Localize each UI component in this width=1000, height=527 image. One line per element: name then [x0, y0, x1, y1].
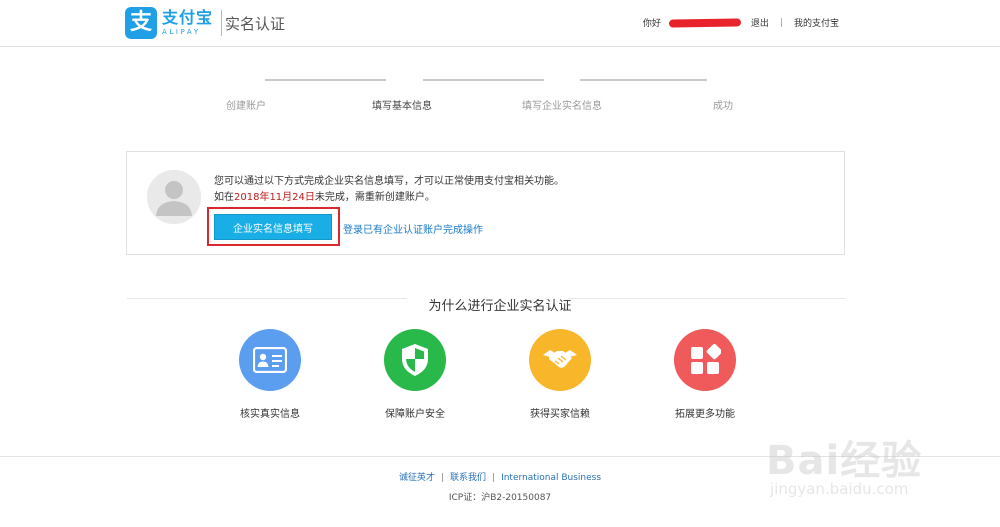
deadline-prefix: 如在: [214, 192, 234, 203]
feature-label: 获得买家信赖: [530, 409, 590, 420]
feature-more-functions: 拓展更多功能: [645, 329, 765, 420]
alipay-logo[interactable]: 支 支付宝 ALIPAY: [125, 7, 223, 39]
logo-english-name: ALIPAY: [162, 28, 201, 36]
feature-label: 核实真实信息: [240, 409, 300, 420]
logout-link[interactable]: 退出: [751, 16, 769, 29]
handshake-icon: [529, 329, 591, 391]
my-alipay-link[interactable]: 我的支付宝: [794, 16, 839, 29]
page: 支 支付宝 ALIPAY 实名认证 你好 退出 | 我的支付宝 创建账户 填写基…: [0, 0, 1000, 527]
page-title: 实名认证: [225, 15, 286, 33]
greeting-text: 你好: [642, 19, 661, 29]
instruction-text: 您可以通过以下方式完成企业实名信息填写，才可以正常使用支付宝相关功能。: [214, 176, 564, 187]
logo-text: 支付宝 ALIPAY: [162, 10, 213, 36]
step-bar-3: [580, 79, 707, 81]
watermark-url: jingyan.baidu.com: [770, 480, 909, 498]
logo-chinese-name: 支付宝: [162, 8, 214, 27]
careers-link[interactable]: 诚征英才: [399, 473, 435, 483]
step-basic-info: 填写基本信息: [372, 101, 432, 112]
international-business-link[interactable]: International Business: [501, 473, 601, 483]
footer-separator: |: [492, 473, 496, 483]
step-create-account: 创建账户: [226, 101, 266, 112]
step-enterprise-info: 填写企业实名信息: [522, 101, 602, 112]
feature-account-security: 保障账户安全: [355, 329, 475, 420]
user-nav: 你好 退出 | 我的支付宝: [642, 16, 839, 30]
alipay-logo-icon: 支: [125, 7, 157, 39]
feature-verify-info: 核实真实信息: [210, 329, 330, 420]
top-header: 支 支付宝 ALIPAY 实名认证 你好 退出 | 我的支付宝: [0, 0, 1000, 47]
watermark-text: Bai经验: [766, 438, 923, 484]
why-title-text: 为什么进行企业实名认证: [418, 299, 582, 314]
shield-icon: [384, 329, 446, 391]
nav-separator: |: [779, 17, 783, 28]
step-bar-1: [265, 79, 386, 81]
user-silhouette-icon: [147, 170, 201, 224]
deadline-text: 如在2018年11月24日未完成，需重新创建账户。: [214, 188, 435, 203]
login-existing-account-link[interactable]: 登录已有企业认证账户完成操作: [343, 221, 483, 236]
baidu-jingyan-watermark: Bai经验 jingyan.baidu.com: [758, 420, 998, 520]
id-card-icon: [239, 329, 301, 391]
logo-divider: [221, 10, 223, 36]
deadline-suffix: 未完成，需重新创建账户。: [314, 192, 435, 203]
verification-card: 您可以通过以下方式完成企业实名信息填写，才可以正常使用支付宝相关功能。 如在20…: [126, 151, 845, 255]
step-success: 成功: [713, 101, 733, 112]
grid-icon: [674, 329, 736, 391]
why-section-title: 为什么进行企业实名认证: [0, 295, 1000, 314]
feature-label: 拓展更多功能: [675, 409, 735, 420]
enterprise-info-button[interactable]: 企业实名信息填写: [214, 214, 332, 240]
avatar: [147, 170, 201, 224]
step-bar-2: [423, 79, 544, 81]
deadline-date: 2018年11月24日: [234, 192, 315, 203]
footer-separator: |: [440, 473, 444, 483]
feature-buyer-trust: 获得买家信赖: [500, 329, 620, 420]
contact-us-link[interactable]: 联系我们: [450, 473, 486, 483]
feature-label: 保障账户安全: [385, 409, 445, 420]
redacted-username: [668, 17, 741, 28]
